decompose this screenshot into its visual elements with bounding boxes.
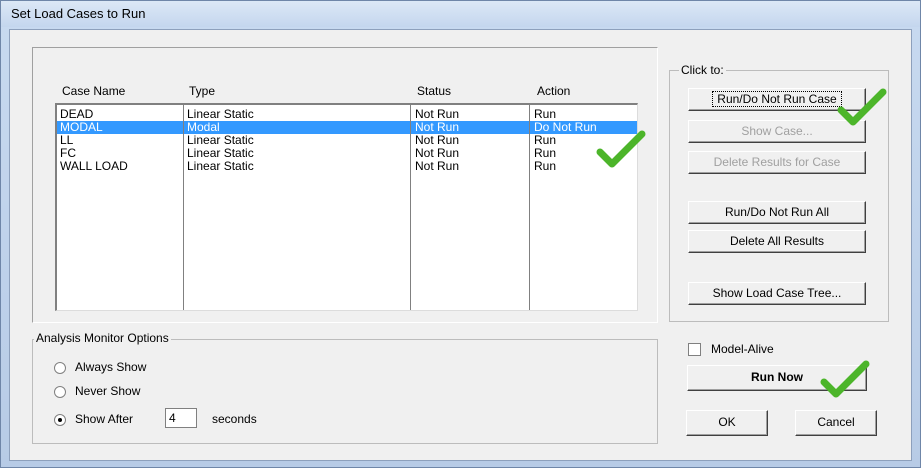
model-alive-label[interactable]: Model-Alive [711,342,774,356]
delete-results-for-case-button[interactable]: Delete Results for Case [688,151,866,174]
show-after-label[interactable]: Show After [75,412,133,426]
ok-button[interactable]: OK [686,410,768,436]
never-show-label[interactable]: Never Show [75,384,140,398]
analysis-monitor-label: Analysis Monitor Options [34,331,171,345]
column-header-status[interactable]: Status [417,84,451,98]
load-case-list[interactable]: DEAD Linear Static Not Run Run MODAL Mod… [55,103,638,311]
run-do-not-run-case-label: Run/Do Not Run Case [712,91,842,107]
case-name-cell: WALL LOAD [60,159,128,173]
show-load-case-tree-button[interactable]: Show Load Case Tree... [688,282,866,305]
green-checkmark-icon [837,88,887,126]
model-alive-checkbox[interactable] [688,343,701,356]
type-cell: Linear Static [187,159,254,173]
always-show-label[interactable]: Always Show [75,360,146,374]
column-divider [183,105,184,310]
title-bar[interactable]: Set Load Cases to Run [1,1,920,27]
delete-all-results-button[interactable]: Delete All Results [688,230,866,253]
always-show-radio[interactable] [54,362,66,374]
show-after-seconds-input[interactable]: 4 [165,408,197,428]
cancel-button[interactable]: Cancel [795,410,877,436]
column-divider [529,105,530,310]
click-to-label: Click to: [679,63,726,77]
never-show-radio[interactable] [54,386,66,398]
show-after-radio[interactable] [54,414,66,426]
column-header-type[interactable]: Type [189,84,215,98]
green-checkmark-icon [596,130,646,168]
seconds-label: seconds [212,412,257,426]
status-cell: Not Run [415,159,460,173]
column-header-case-name[interactable]: Case Name [62,84,125,98]
window-title: Set Load Cases to Run [11,6,146,21]
action-cell: Run [534,159,557,173]
run-do-not-run-all-button[interactable]: Run/Do Not Run All [688,201,866,224]
column-divider [410,105,411,310]
green-checkmark-icon [820,360,870,398]
column-header-action[interactable]: Action [537,84,570,98]
table-row[interactable]: WALL LOAD Linear Static Not Run Run [57,160,637,173]
